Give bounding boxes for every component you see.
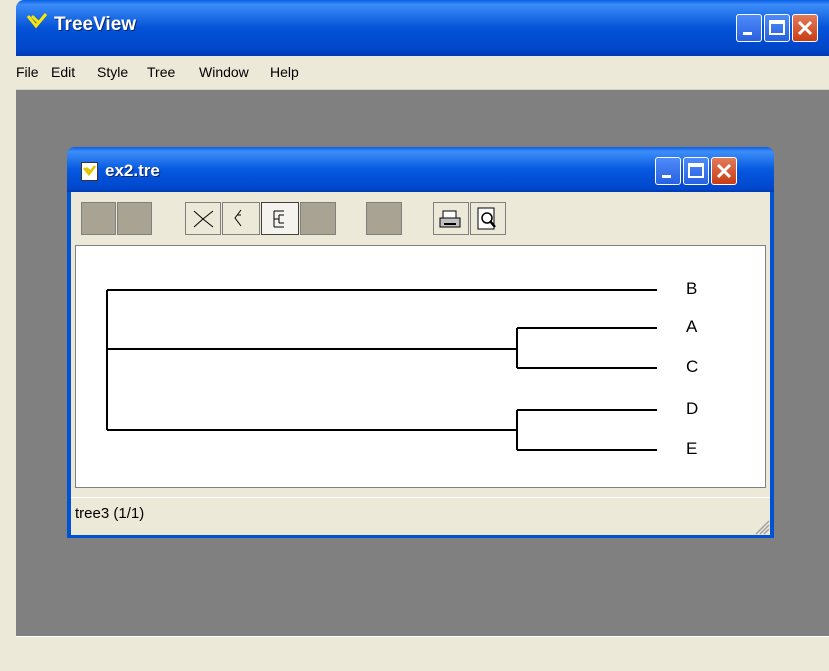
print-preview-button[interactable] bbox=[470, 202, 506, 235]
doc-maximize-button[interactable] bbox=[683, 157, 709, 185]
app-maximize-button[interactable] bbox=[764, 14, 790, 42]
leaf-label: C bbox=[686, 357, 699, 376]
close-icon bbox=[797, 20, 813, 36]
close-icon bbox=[716, 163, 732, 179]
phylogram-button[interactable] bbox=[261, 202, 299, 235]
document-title: ex2.tre bbox=[105, 161, 160, 180]
app-status-bar bbox=[16, 636, 829, 671]
app-close-button[interactable] bbox=[792, 14, 818, 42]
document-title-bar[interactable]: ex2.tre bbox=[67, 147, 774, 192]
app-minimize-button[interactable] bbox=[736, 14, 762, 42]
maximize-icon bbox=[688, 163, 704, 178]
tree-canvas[interactable]: B A C D E bbox=[75, 245, 766, 488]
printer-icon bbox=[439, 210, 461, 228]
app-title: TreeView bbox=[54, 14, 137, 35]
tree-diagram bbox=[106, 289, 657, 451]
menu-edit[interactable]: Edit bbox=[51, 64, 75, 80]
menu-window[interactable]: Window bbox=[199, 64, 249, 80]
print-button[interactable] bbox=[433, 202, 469, 235]
maximize-icon bbox=[769, 20, 785, 35]
tree-document-icon bbox=[81, 162, 98, 181]
minimize-icon bbox=[743, 32, 752, 35]
menu-bar: File Edit Style Tree Window Help bbox=[16, 56, 829, 90]
document-status-bar: tree3 (1/1) bbox=[71, 497, 770, 535]
resize-grip-icon[interactable] bbox=[752, 517, 770, 535]
rectangular-cladogram-button[interactable] bbox=[222, 202, 260, 235]
slanted-tree-button[interactable] bbox=[185, 202, 221, 235]
toolbar-blank-button[interactable] bbox=[117, 202, 152, 235]
toolbar-blank-button[interactable] bbox=[300, 202, 336, 235]
doc-close-button[interactable] bbox=[711, 157, 737, 185]
tree-status-text: tree3 (1/1) bbox=[75, 505, 145, 522]
cladogram-icon bbox=[234, 209, 242, 227]
slanted-tree-icon bbox=[193, 210, 214, 228]
leaf-label: A bbox=[686, 317, 698, 336]
app-title-bar[interactable]: TreeView bbox=[16, 0, 829, 56]
menu-style[interactable]: Style bbox=[97, 64, 128, 80]
toolbar-blank-button[interactable] bbox=[366, 202, 402, 235]
leaf-label: E bbox=[686, 439, 698, 458]
menu-file[interactable]: File bbox=[16, 64, 39, 80]
leaf-label: B bbox=[686, 279, 698, 298]
phylogram-icon bbox=[273, 210, 284, 228]
print-preview-icon bbox=[477, 207, 496, 230]
menu-help[interactable]: Help bbox=[270, 64, 299, 80]
menu-tree[interactable]: Tree bbox=[147, 64, 175, 80]
tree-toolbar bbox=[71, 192, 770, 244]
toolbar-blank-button[interactable] bbox=[81, 202, 116, 235]
leaf-label: D bbox=[686, 399, 699, 418]
treeview-logo-icon bbox=[26, 13, 48, 29]
minimize-icon bbox=[662, 175, 671, 178]
document-window: ex2.tre B A C D E tree3 (1/1) bbox=[67, 147, 774, 538]
document-body: B A C D E tree3 (1/1) bbox=[71, 192, 770, 535]
doc-minimize-button[interactable] bbox=[655, 157, 681, 185]
